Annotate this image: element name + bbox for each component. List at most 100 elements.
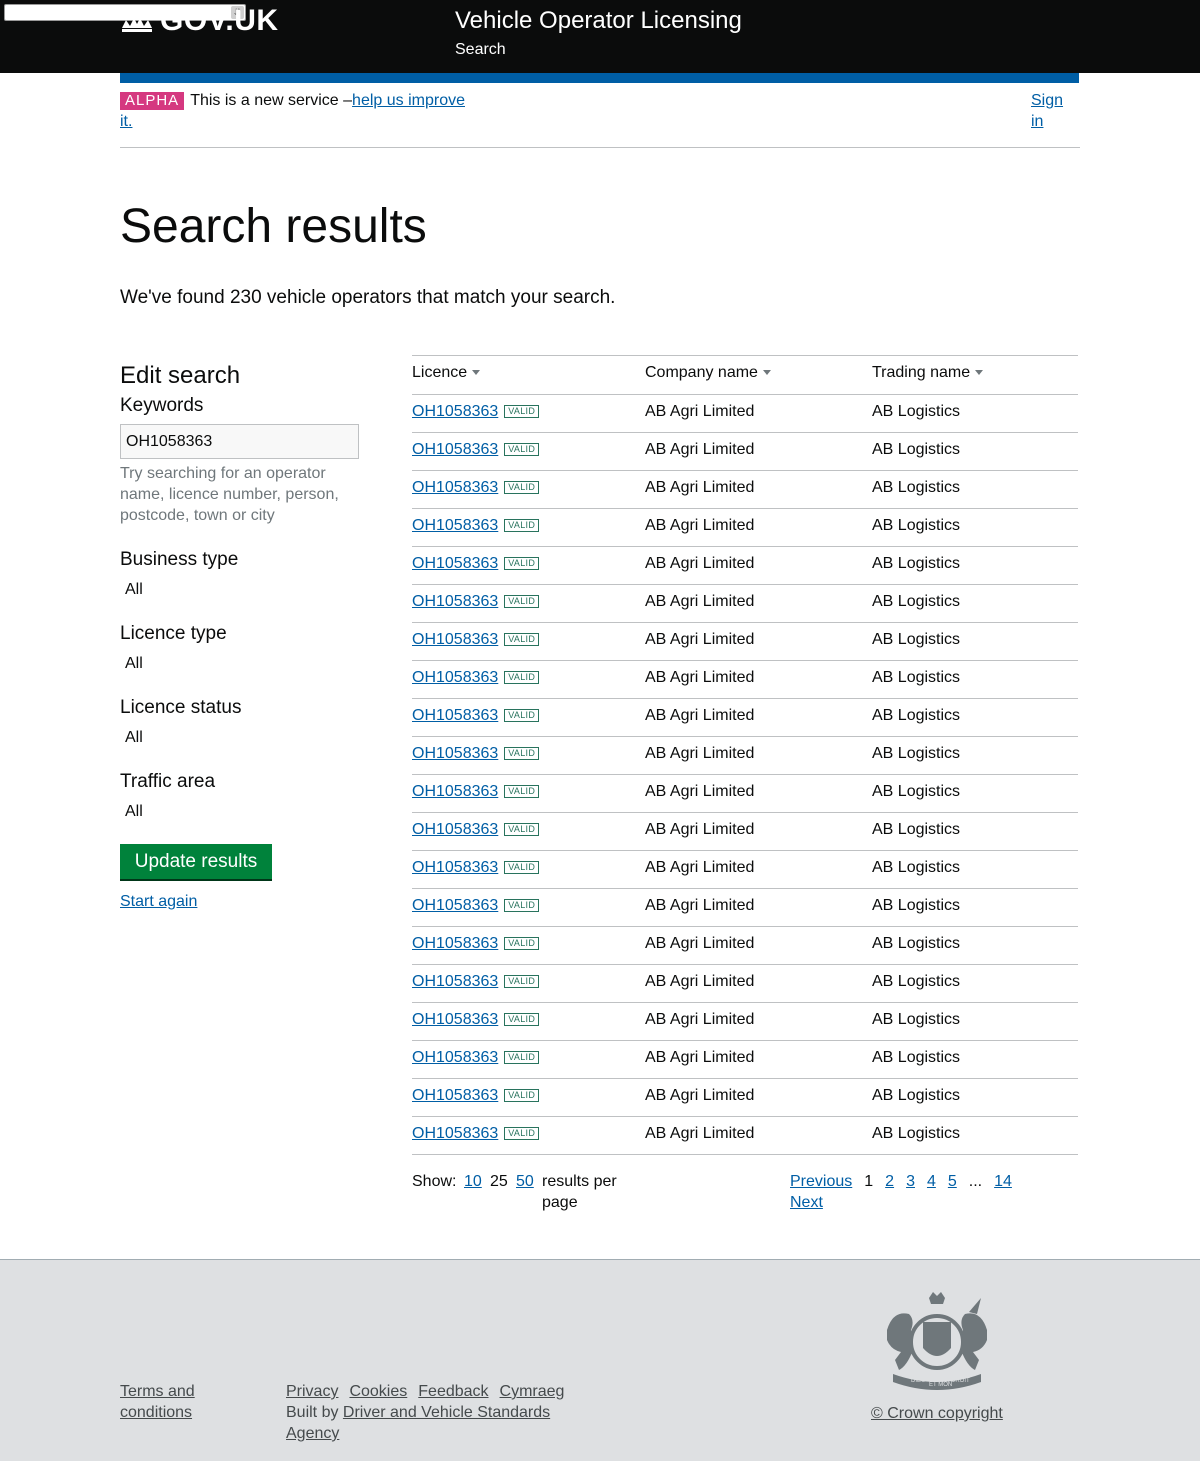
table-row: OH1058363 VALID AB Agri Limited AB Logistic… (412, 774, 1078, 813)
company-name-cell: AB Agri Limited (645, 964, 872, 1003)
phase-text: This is a new service – (190, 92, 353, 109)
terms-link[interactable]: Terms and conditions (120, 1383, 195, 1421)
trading-name-cell: AB Logistics (872, 850, 1078, 889)
crown-copyright-link[interactable]: © Crown copyright (871, 1403, 1003, 1424)
valid-status-badge: VALID (504, 898, 540, 912)
licence-link[interactable]: OH1058363 (412, 441, 498, 458)
licence-link[interactable]: OH1058363 (412, 1011, 498, 1028)
licence-cell: OH1058363 VALID (412, 774, 645, 813)
licence-link[interactable]: OH1058363 (412, 935, 498, 952)
table-row: OH1058363 VALID AB Agri Limited AB Logistic… (412, 964, 1078, 1003)
licence-link[interactable]: OH1058363 (412, 973, 498, 990)
trading-name-cell: AB Logistics (872, 926, 1078, 965)
next-page-link[interactable]: Next (790, 1194, 823, 1211)
licence-link[interactable]: OH1058363 (412, 1125, 498, 1142)
licence-cell: OH1058363 VALID (412, 926, 645, 965)
licence-link[interactable]: OH1058363 (412, 631, 498, 648)
filter-value[interactable]: All (120, 801, 370, 822)
crest-motto-left: DIEU (911, 1378, 925, 1384)
sign-in-link[interactable]: Sign in (1031, 92, 1063, 130)
licence-link[interactable]: OH1058363 (412, 1087, 498, 1104)
privacy-link[interactable]: Privacy (286, 1383, 338, 1400)
trading-name-cell: AB Logistics (872, 584, 1078, 623)
licence-link[interactable]: OH1058363 (412, 783, 498, 800)
licence-link[interactable]: OH1058363 (412, 821, 498, 838)
govuk-logo-link[interactable]: GOV.UK (120, 4, 279, 38)
page-link-3[interactable]: 3 (906, 1173, 915, 1190)
company-name-cell: AB Agri Limited (645, 622, 872, 661)
trading-name-cell: AB Logistics (872, 1116, 1078, 1155)
licence-link[interactable]: OH1058363 (412, 897, 498, 914)
page-link-2[interactable]: 2 (885, 1173, 894, 1190)
filter-value[interactable]: All (120, 727, 370, 748)
cymraeg-link[interactable]: Cymraeg (500, 1383, 565, 1400)
service-name-link[interactable]: Vehicle Operator Licensing (455, 6, 742, 36)
start-again-link[interactable]: Start again (120, 892, 370, 912)
licence-cell: OH1058363 VALID (412, 850, 645, 889)
filter-value[interactable]: All (120, 579, 370, 600)
licence-column-header[interactable]: Licence (412, 355, 645, 395)
table-row: OH1058363 VALID AB Agri Limited AB Logistic… (412, 926, 1078, 965)
licence-link[interactable]: OH1058363 (412, 555, 498, 572)
filter-business-type[interactable]: Business type All (120, 548, 370, 600)
per-page-option-10[interactable]: 10 (464, 1171, 482, 1192)
previous-page-link[interactable]: Previous (790, 1173, 852, 1190)
licence-link[interactable]: OH1058363 (412, 593, 498, 610)
licence-link[interactable]: OH1058363 (412, 859, 498, 876)
licence-cell: OH1058363 VALID (412, 888, 645, 927)
trading-column-header[interactable]: Trading name (872, 355, 1078, 395)
table-row: OH1058363 VALID AB Agri Limited AB Logistic… (412, 1116, 1078, 1155)
page-title: Search results (120, 200, 427, 253)
filter-traffic-area[interactable]: Traffic area All (120, 770, 370, 822)
table-row: OH1058363 VALID AB Agri Limited AB Logistic… (412, 470, 1078, 509)
pagination-ellipsis: ... (968, 1173, 983, 1190)
royal-coat-of-arms-icon: DIEU ET MON DROIT (887, 1292, 987, 1390)
table-row: OH1058363 VALID AB Agri Limited AB Logistic… (412, 1002, 1078, 1041)
valid-status-badge: VALID (504, 784, 540, 798)
sort-down-icon (975, 370, 984, 376)
site-footer: Terms and conditions Privacy Cookies Feedb… (0, 1259, 1200, 1461)
table-row: OH1058363 VALID AB Agri Limited AB Logistic… (412, 508, 1078, 547)
licence-link[interactable]: OH1058363 (412, 745, 498, 762)
company-name-cell: AB Agri Limited (645, 850, 872, 889)
keywords-input[interactable] (120, 424, 359, 459)
licence-cell: OH1058363 VALID (412, 584, 645, 623)
per-page-option-50[interactable]: 50 (516, 1171, 534, 1192)
licence-cell: OH1058363 VALID (412, 698, 645, 737)
licence-link[interactable]: OH1058363 (412, 1049, 498, 1066)
company-name-cell: AB Agri Limited (645, 926, 872, 965)
keywords-hint: Try searching for an operator name, lice… (120, 465, 339, 524)
trading-name-cell: AB Logistics (872, 774, 1078, 813)
filter-label: Licence type (120, 623, 227, 644)
licence-link[interactable]: OH1058363 (412, 517, 498, 534)
filter-licence-type[interactable]: Licence type All (120, 622, 370, 674)
edit-search-heading: Edit search (120, 362, 241, 389)
licence-link[interactable]: OH1058363 (412, 669, 498, 686)
filter-label: Business type (120, 549, 239, 570)
filter-licence-status[interactable]: Licence status All (120, 696, 370, 748)
licence-cell: OH1058363 VALID (412, 1002, 645, 1041)
licence-link[interactable]: OH1058363 (412, 403, 498, 420)
trading-name-cell: AB Logistics (872, 1078, 1078, 1117)
licence-link[interactable]: OH1058363 (412, 479, 498, 496)
page-link-4[interactable]: 4 (927, 1173, 936, 1190)
licence-cell: OH1058363 VALID (412, 1116, 645, 1155)
crest-motto-right: DROIT (951, 1378, 970, 1384)
licence-link[interactable]: OH1058363 (412, 707, 498, 724)
alpha-tag: ALPHA (120, 92, 185, 110)
trading-name-cell: AB Logistics (872, 964, 1078, 1003)
filter-value[interactable]: All (120, 653, 370, 674)
table-row: OH1058363 VALID AB Agri Limited AB Logistic… (412, 698, 1078, 737)
valid-status-badge: VALID (504, 594, 540, 608)
company-column-header[interactable]: Company name (645, 355, 872, 395)
header-label: Licence (412, 364, 468, 381)
update-results-button[interactable]: Update results (120, 844, 272, 879)
phase-message: ALPHA This is a new service –help us impr… (120, 90, 480, 132)
trading-name-cell: AB Logistics (872, 432, 1078, 471)
cookies-link[interactable]: Cookies (349, 1383, 407, 1400)
page-link-last[interactable]: 14 (994, 1173, 1012, 1190)
feedback-footer-link[interactable]: Feedback (418, 1383, 488, 1400)
trading-name-cell: AB Logistics (872, 660, 1078, 699)
valid-status-badge: VALID (504, 936, 540, 950)
page-link-5[interactable]: 5 (948, 1173, 957, 1190)
